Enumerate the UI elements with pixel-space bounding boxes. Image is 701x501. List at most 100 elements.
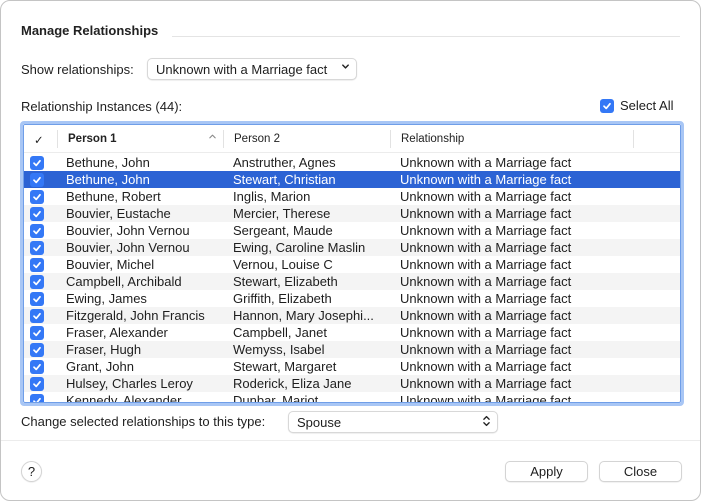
cell-relationship: Unknown with a Marriage fact	[400, 342, 572, 357]
cell-person2: Stewart, Margaret	[233, 359, 337, 374]
select-all-label: Select All	[620, 98, 674, 113]
row-checkbox[interactable]	[30, 257, 44, 273]
checkbox-checked-icon	[30, 240, 44, 255]
cell-relationship: Unknown with a Marriage fact	[400, 223, 572, 238]
cell-relationship: Unknown with a Marriage fact	[400, 291, 572, 306]
checkbox-checked-icon	[600, 98, 614, 113]
cell-relationship: Unknown with a Marriage fact	[400, 206, 572, 221]
checkbox-checked-icon	[30, 376, 44, 391]
cell-relationship: Unknown with a Marriage fact	[400, 257, 572, 272]
select-all-checkbox[interactable]: Select All	[600, 98, 673, 113]
cell-person2: Sergeant, Maude	[233, 223, 333, 238]
row-checkbox[interactable]	[30, 274, 44, 290]
cell-person1: Bouvier, Eustache	[66, 206, 171, 221]
cell-person1: Fraser, Alexander	[66, 325, 168, 340]
column-header-person1[interactable]: Person 1	[68, 125, 117, 153]
table-header: ✓ Person 1 Person 2 Relationship	[24, 125, 680, 153]
table-row[interactable]: Bouvier, John Vernou Ewing, Caroline Masl…	[24, 239, 680, 256]
checkbox-checked-icon	[30, 257, 44, 272]
cell-person2: Hannon, Mary Josephi...	[233, 308, 374, 323]
row-checkbox[interactable]	[30, 308, 44, 324]
cell-relationship: Unknown with a Marriage fact	[400, 308, 572, 323]
row-checkbox[interactable]	[30, 206, 44, 222]
show-relationships-value: Unknown with a Marriage fact	[156, 62, 328, 77]
relationship-type-popup[interactable]: Spouse	[288, 411, 498, 433]
cell-relationship: Unknown with a Marriage fact	[400, 325, 572, 340]
cell-person1: Bethune, Robert	[66, 189, 161, 204]
cell-person1: Bethune, John	[66, 172, 150, 187]
cell-relationship: Unknown with a Marriage fact	[400, 155, 572, 170]
cell-person2: Stewart, Christian	[233, 172, 336, 187]
table-row[interactable]: Hulsey, Charles Leroy Roderick, Eliza Jan…	[24, 375, 680, 392]
table-row[interactable]: Bethune, John Anstruther, Agnes Unknown wi…	[24, 154, 680, 171]
cell-person2: Roderick, Eliza Jane	[233, 376, 352, 391]
cell-person2: Campbell, Janet	[233, 325, 327, 340]
table-row[interactable]: Ewing, James Griffith, Elizabeth Unknown w…	[24, 290, 680, 307]
row-checkbox[interactable]	[30, 342, 44, 358]
cell-person1: Bethune, John	[66, 155, 150, 170]
row-checkbox[interactable]	[30, 189, 44, 205]
table-row[interactable]: Fitzgerald, John Francis Hannon, Mary Jos…	[24, 307, 680, 324]
column-header-person2[interactable]: Person 2	[234, 125, 280, 153]
chevron-down-icon	[341, 62, 350, 74]
column-divider	[223, 130, 224, 148]
cell-person1: Bouvier, John Vernou	[66, 240, 190, 255]
cell-person2: Stewart, Elizabeth	[233, 274, 338, 289]
cell-person1: Fraser, Hugh	[66, 342, 142, 357]
column-header-checked[interactable]: ✓	[34, 125, 44, 153]
relationship-type-value: Spouse	[297, 415, 342, 430]
close-button[interactable]: Close	[599, 461, 682, 482]
cell-person1: Hulsey, Charles Leroy	[66, 376, 193, 391]
table-body: Bethune, John Anstruther, Agnes Unknown wi…	[24, 154, 680, 402]
table-row[interactable]: Bouvier, Eustache Mercier, Therese Unknown…	[24, 205, 680, 222]
cell-person2: Ewing, Caroline Maslin	[233, 240, 366, 255]
column-header-relationship[interactable]: Relationship	[401, 125, 464, 153]
cell-person1: Grant, John	[66, 359, 134, 374]
table-row[interactable]: Grant, John Stewart, Margaret Unknown with…	[24, 358, 680, 375]
table-row[interactable]: Kennedy, Alexander Dunbar, Mariot Unknown …	[24, 392, 680, 402]
table-row[interactable]: Bouvier, John Vernou Sergeant, Maude Unkno…	[24, 222, 680, 239]
table-row[interactable]: Bethune, Robert Inglis, Marion Unknown wit…	[24, 188, 680, 205]
checkbox-checked-icon	[30, 325, 44, 340]
apply-button[interactable]: Apply	[505, 461, 588, 482]
relationship-instances-label: Relationship Instances (44):	[21, 99, 183, 114]
checkbox-checked-icon	[30, 172, 44, 187]
column-divider	[390, 130, 391, 148]
change-type-label: Change selected relationships to this ty…	[21, 414, 266, 429]
cell-person2: Griffith, Elizabeth	[233, 291, 332, 306]
table-row[interactable]: Fraser, Hugh Wemyss, Isabel Unknown with a…	[24, 341, 680, 358]
checkbox-checked-icon	[30, 189, 44, 204]
cell-relationship: Unknown with a Marriage fact	[400, 274, 572, 289]
row-checkbox[interactable]	[30, 223, 44, 239]
table-row[interactable]: Bethune, John Stewart, Christian Unknown w…	[24, 171, 680, 188]
checkbox-checked-icon	[30, 359, 44, 374]
row-checkbox[interactable]	[30, 291, 44, 307]
relationships-table[interactable]: ✓ Person 1 Person 2 Relationship Bethune…	[20, 121, 684, 406]
row-checkbox[interactable]	[30, 172, 44, 188]
show-relationships-label: Show relationships:	[21, 62, 134, 77]
cell-relationship: Unknown with a Marriage fact	[400, 189, 572, 204]
cell-person2: Inglis, Marion	[233, 189, 311, 204]
row-checkbox[interactable]	[30, 240, 44, 256]
checkbox-checked-icon	[30, 223, 44, 238]
manage-relationships-dialog: Manage Relationships Show relationships:…	[0, 0, 701, 501]
checkbox-checked-icon	[30, 393, 44, 402]
cell-relationship: Unknown with a Marriage fact	[400, 359, 572, 374]
cell-person1: Fitzgerald, John Francis	[66, 308, 205, 323]
checkbox-checked-icon	[30, 274, 44, 289]
show-relationships-popup[interactable]: Unknown with a Marriage fact	[147, 58, 357, 80]
help-button[interactable]: ?	[21, 461, 42, 482]
row-checkbox[interactable]	[30, 376, 44, 392]
checkbox-checked-icon	[30, 342, 44, 357]
table-row[interactable]: Campbell, Archibald Stewart, Elizabeth Unk…	[24, 273, 680, 290]
title-divider	[172, 36, 680, 37]
row-checkbox[interactable]	[30, 325, 44, 341]
up-down-chevron-icon	[482, 414, 491, 430]
cell-relationship: Unknown with a Marriage fact	[400, 240, 572, 255]
cell-person2: Vernou, Louise C	[233, 257, 333, 272]
row-checkbox[interactable]	[30, 155, 44, 171]
row-checkbox[interactable]	[30, 393, 44, 402]
row-checkbox[interactable]	[30, 359, 44, 375]
table-row[interactable]: Bouvier, Michel Vernou, Louise C Unknown w…	[24, 256, 680, 273]
table-row[interactable]: Fraser, Alexander Campbell, Janet Unknown …	[24, 324, 680, 341]
